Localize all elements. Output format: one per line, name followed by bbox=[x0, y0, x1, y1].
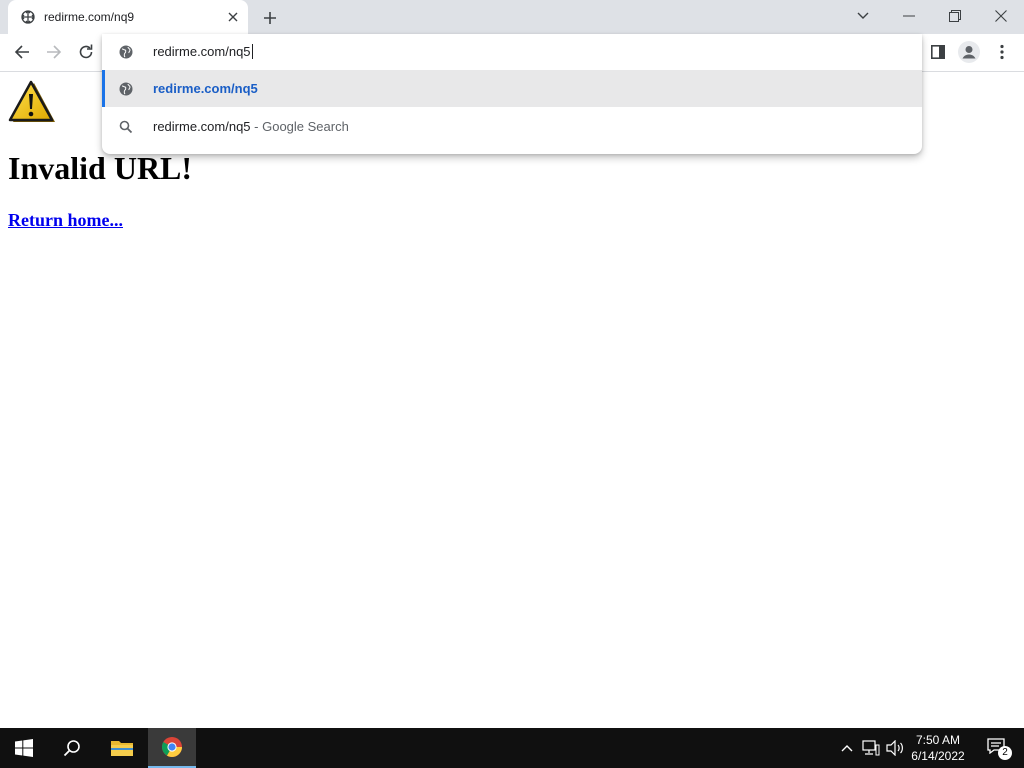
tab-search-button[interactable] bbox=[840, 0, 886, 32]
side-panel-icon[interactable] bbox=[924, 38, 952, 66]
network-icon[interactable] bbox=[862, 740, 880, 756]
suggestion-text: redirme.com/nq5 bbox=[153, 119, 251, 134]
profile-avatar-icon[interactable] bbox=[955, 38, 983, 66]
suggestion-text: redirme.com/nq5 bbox=[153, 81, 258, 96]
return-home-link[interactable]: Return home... bbox=[8, 210, 123, 231]
browser-tab[interactable]: redirme.com/nq9 bbox=[8, 0, 248, 34]
suggestion-search[interactable]: redirme.com/nq5 - Google Search bbox=[102, 108, 922, 145]
forward-button[interactable] bbox=[40, 38, 68, 66]
menu-icon[interactable] bbox=[988, 38, 1016, 66]
tab-strip: redirme.com/nq9 bbox=[0, 0, 1024, 34]
reload-button[interactable] bbox=[72, 38, 100, 66]
file-explorer-icon[interactable] bbox=[98, 728, 146, 768]
clock-date: 6/14/2022 bbox=[911, 749, 965, 763]
page-title: Invalid URL! bbox=[8, 150, 193, 186]
notification-center-button[interactable]: 2 bbox=[976, 728, 1016, 768]
tab-title: redirme.com/nq9 bbox=[44, 10, 135, 24]
taskbar: 7:50 AM 6/14/2022 2 bbox=[0, 728, 1024, 768]
volume-icon[interactable] bbox=[886, 740, 904, 756]
chevron-up-icon[interactable] bbox=[838, 740, 856, 756]
address-bar[interactable]: redirme.com/nq5 bbox=[102, 34, 922, 70]
close-tab-icon[interactable] bbox=[224, 8, 242, 26]
search-icon[interactable] bbox=[48, 728, 96, 768]
clock-time: 7:50 AM bbox=[915, 733, 961, 747]
globe-icon bbox=[118, 44, 134, 60]
start-button[interactable] bbox=[0, 728, 48, 768]
warning-icon bbox=[8, 80, 56, 128]
notification-badge: 2 bbox=[998, 746, 1012, 760]
search-icon bbox=[118, 119, 134, 135]
close-window-button[interactable] bbox=[978, 0, 1024, 32]
system-clock[interactable]: 7:50 AM 6/14/2022 bbox=[906, 732, 970, 764]
suggestion-url[interactable]: redirme.com/nq5 bbox=[102, 70, 922, 107]
back-button[interactable] bbox=[8, 38, 36, 66]
suggestion-suffix: - Google Search bbox=[250, 119, 349, 134]
minimize-button[interactable] bbox=[886, 0, 932, 32]
restore-button[interactable] bbox=[932, 0, 978, 32]
page-content: Invalid URL! Return home... bbox=[0, 72, 1024, 728]
globe-icon bbox=[118, 81, 134, 97]
new-tab-button[interactable] bbox=[258, 6, 282, 30]
chrome-taskbar-icon[interactable] bbox=[148, 728, 196, 768]
address-input[interactable]: redirme.com/nq5 bbox=[153, 44, 253, 59]
favicon-icon bbox=[20, 9, 36, 25]
omnibox-dropdown: redirme.com/nq5 redirme.com/nq5 redirme.… bbox=[102, 34, 922, 154]
